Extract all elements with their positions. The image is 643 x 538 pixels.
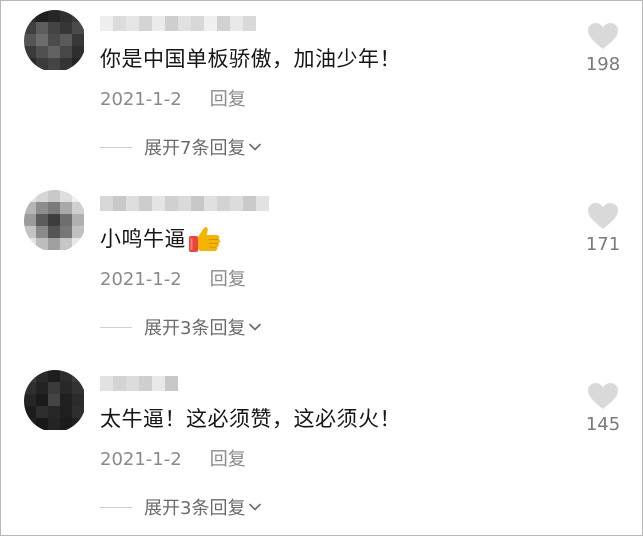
avatar[interactable] — [24, 190, 86, 252]
like-button[interactable]: 171 — [578, 202, 628, 255]
like-button[interactable]: 145 — [578, 382, 628, 435]
divider-line — [100, 326, 132, 328]
username-blurred[interactable] — [100, 372, 178, 394]
comment-text: 太牛逼！这必须赞，这必须火！ — [100, 407, 401, 431]
heart-icon — [588, 383, 618, 409]
heart-icon — [588, 203, 618, 229]
comment-text: 小鸣牛逼 — [100, 224, 222, 255]
chevron-down-icon — [249, 323, 262, 331]
username-blurred[interactable] — [100, 192, 269, 214]
reply-button[interactable]: 回复 — [210, 449, 246, 470]
comment-text: 你是中国单板骄傲，加油少年！ — [100, 47, 401, 71]
reply-button[interactable]: 回复 — [210, 89, 246, 110]
comment-meta: 2021-1-2 回复 — [100, 88, 246, 112]
expand-replies-button[interactable]: 展开7条回复 — [100, 134, 263, 160]
expand-replies-label: 展开3条回复 — [144, 498, 246, 519]
comment-date: 2021-1-2 — [100, 449, 182, 470]
reply-button[interactable]: 回复 — [210, 269, 246, 290]
comment-date: 2021-1-2 — [100, 269, 182, 290]
like-count: 145 — [585, 414, 621, 435]
expand-replies-label: 展开3条回复 — [144, 318, 246, 339]
like-count: 198 — [585, 54, 621, 75]
comment-meta: 2021-1-2 回复 — [100, 448, 246, 472]
chevron-down-icon — [249, 143, 262, 151]
comment-date: 2021-1-2 — [100, 89, 182, 110]
thumbs-up-icon — [189, 227, 220, 252]
username-blurred[interactable] — [100, 12, 256, 34]
divider-line — [100, 146, 132, 148]
comment-meta: 2021-1-2 回复 — [100, 268, 246, 292]
heart-icon — [588, 23, 618, 49]
expand-replies-label: 展开7条回复 — [144, 138, 246, 159]
avatar[interactable] — [24, 370, 86, 432]
comment-item: 你是中国单板骄傲，加油少年！ 2021-1-2 回复 展开7条回复 198 — [0, 0, 643, 178]
avatar[interactable] — [24, 10, 86, 72]
expand-replies-button[interactable]: 展开3条回复 — [100, 314, 263, 340]
chevron-down-icon — [249, 503, 262, 511]
divider-line — [100, 506, 132, 508]
like-button[interactable]: 198 — [578, 22, 628, 75]
like-count: 171 — [585, 234, 621, 255]
comment-item: 太牛逼！这必须赞，这必须火！ 2021-1-2 回复 展开3条回复 145 — [0, 360, 643, 538]
expand-replies-button[interactable]: 展开3条回复 — [100, 494, 263, 520]
comment-text-content: 小鸣牛逼 — [100, 227, 186, 251]
comment-item: 小鸣牛逼 2021-1-2 回复 展开3条回复 171 — [0, 180, 643, 358]
